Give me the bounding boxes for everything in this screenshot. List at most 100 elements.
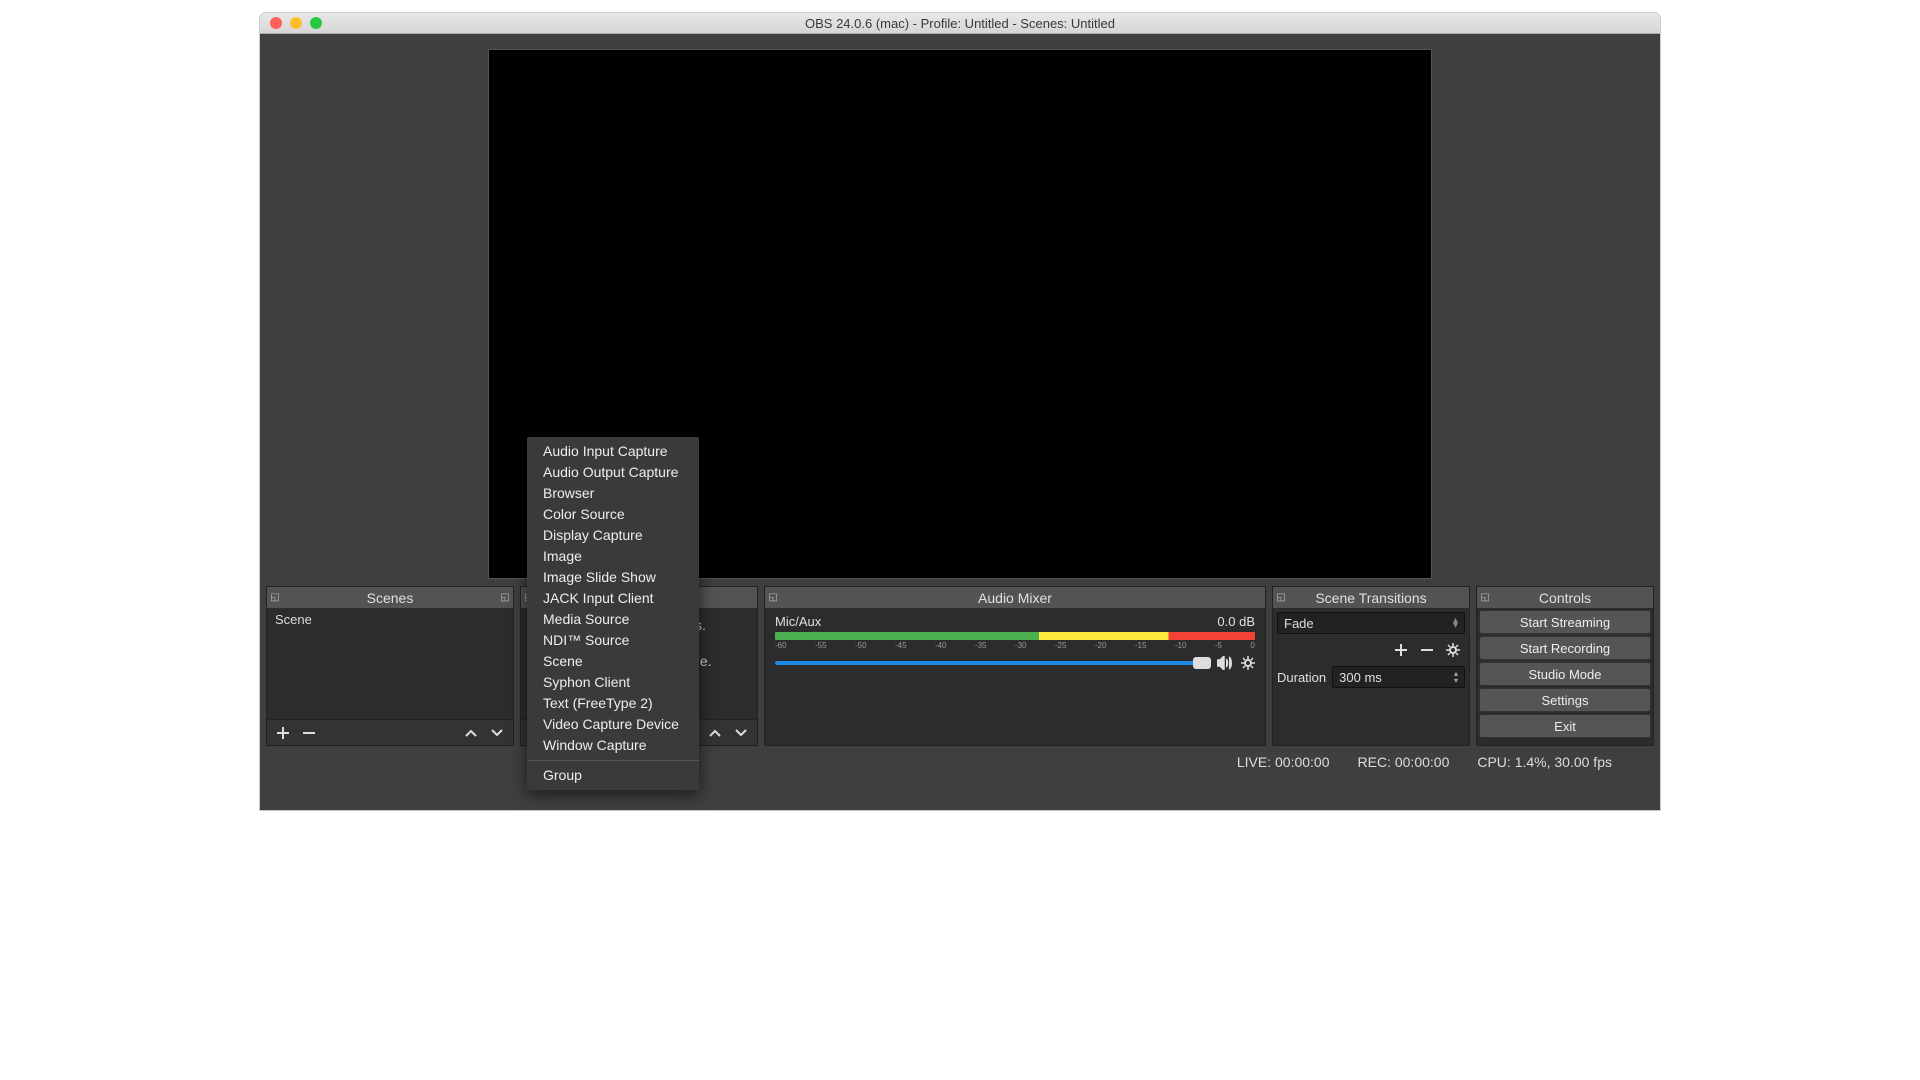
volume-slider[interactable]: [775, 661, 1211, 665]
menu-item-image-slide-show[interactable]: Image Slide Show: [527, 567, 699, 588]
menu-item-media-source[interactable]: Media Source: [527, 609, 699, 630]
controls-dock: ◱ Controls Start Streaming Start Recordi…: [1476, 586, 1654, 746]
transition-properties-button[interactable]: [1443, 640, 1463, 660]
exit-button[interactable]: Exit: [1479, 714, 1651, 738]
transition-selected: Fade: [1284, 616, 1314, 631]
transitions-title: Scene Transitions: [1315, 590, 1426, 606]
window-title: OBS 24.0.6 (mac) - Profile: Untitled - S…: [260, 16, 1660, 31]
close-window-button[interactable]: [270, 17, 282, 29]
spin-arrows-icon[interactable]: ▴▾: [1454, 670, 1458, 684]
minimize-window-button[interactable]: [290, 17, 302, 29]
tick: -15: [1135, 641, 1147, 650]
status-live: LIVE: 00:00:00: [1237, 754, 1330, 770]
app-body: ◱ Scenes ◱ Scene: [260, 34, 1660, 810]
settings-button[interactable]: Settings: [1479, 688, 1651, 712]
popout-icon[interactable]: ◱: [269, 592, 281, 604]
audio-meter: [775, 632, 1255, 640]
menu-item-video-capture-device[interactable]: Video Capture Device: [527, 714, 699, 735]
preview-area: [260, 34, 1660, 586]
controls-body: Start Streaming Start Recording Studio M…: [1477, 608, 1653, 745]
mixer-body: Mic/Aux 0.0 dB -60 -55 -50 -45 -40 -35 -…: [765, 608, 1265, 745]
tick: -60: [775, 641, 787, 650]
tick: -35: [975, 641, 987, 650]
menu-item-window-capture[interactable]: Window Capture: [527, 735, 699, 756]
scenes-list[interactable]: Scene: [267, 608, 513, 719]
menu-item-text-freetype[interactable]: Text (FreeType 2): [527, 693, 699, 714]
scenes-header: ◱ Scenes ◱: [267, 587, 513, 608]
tick: -55: [815, 641, 827, 650]
chevron-updown-icon: ▴▾: [1453, 618, 1458, 628]
remove-scene-button[interactable]: [299, 723, 319, 743]
channel-name: Mic/Aux: [775, 614, 821, 629]
transitions-header: ◱ Scene Transitions: [1273, 587, 1469, 608]
titlebar: OBS 24.0.6 (mac) - Profile: Untitled - S…: [260, 13, 1660, 34]
move-source-up-button[interactable]: [705, 723, 725, 743]
menu-item-jack-input-client[interactable]: JACK Input Client: [527, 588, 699, 609]
docks-row: ◱ Scenes ◱ Scene: [260, 586, 1660, 746]
menu-item-audio-input-capture[interactable]: Audio Input Capture: [527, 441, 699, 462]
scene-item[interactable]: Scene: [267, 608, 513, 631]
add-transition-button[interactable]: [1391, 640, 1411, 660]
mixer-channel: Mic/Aux 0.0 dB -60 -55 -50 -45 -40 -35 -…: [765, 608, 1265, 676]
scenes-toolbar: [267, 719, 513, 745]
tick: -45: [895, 641, 907, 650]
menu-item-scene[interactable]: Scene: [527, 651, 699, 672]
tick: -30: [1015, 641, 1027, 650]
duration-row: Duration 300 ms ▴▾: [1277, 666, 1465, 688]
move-scene-down-button[interactable]: [487, 723, 507, 743]
status-cpu: CPU: 1.4%, 30.00 fps: [1477, 754, 1612, 770]
studio-mode-button[interactable]: Studio Mode: [1479, 662, 1651, 686]
channel-db: 0.0 dB: [1217, 614, 1255, 629]
maximize-window-button[interactable]: [310, 17, 322, 29]
duration-label: Duration: [1277, 670, 1326, 685]
mixer-title: Audio Mixer: [978, 590, 1052, 606]
meter-ticks: -60 -55 -50 -45 -40 -35 -30 -25 -20 -15 …: [775, 641, 1255, 650]
transitions-dock: ◱ Scene Transitions Fade ▴▾ Duration: [1272, 586, 1470, 746]
controls-header: ◱ Controls: [1477, 587, 1653, 608]
menu-item-browser[interactable]: Browser: [527, 483, 699, 504]
popout-icon[interactable]: ◱: [499, 592, 511, 604]
status-bar: LIVE: 00:00:00 REC: 00:00:00 CPU: 1.4%, …: [260, 746, 1660, 778]
transitions-toolbar: [1277, 634, 1465, 666]
menu-item-ndi-source[interactable]: NDI™ Source: [527, 630, 699, 651]
transition-select[interactable]: Fade ▴▾: [1277, 612, 1465, 634]
tick: -40: [935, 641, 947, 650]
menu-item-audio-output-capture[interactable]: Audio Output Capture: [527, 462, 699, 483]
remove-transition-button[interactable]: [1417, 640, 1437, 660]
start-streaming-button[interactable]: Start Streaming: [1479, 610, 1651, 634]
volume-slider-row: [775, 656, 1255, 670]
controls-title: Controls: [1539, 590, 1591, 606]
slider-thumb[interactable]: [1193, 657, 1211, 669]
app-window: OBS 24.0.6 (mac) - Profile: Untitled - S…: [260, 13, 1660, 810]
transitions-body: Fade ▴▾ Duration 300 ms ▴▾: [1273, 608, 1469, 745]
mixer-header: ◱ Audio Mixer: [765, 587, 1265, 608]
popout-icon[interactable]: ◱: [767, 592, 779, 604]
window-controls: [270, 17, 322, 29]
menu-item-syphon-client[interactable]: Syphon Client: [527, 672, 699, 693]
add-scene-button[interactable]: [273, 723, 293, 743]
gear-icon[interactable]: [1241, 656, 1255, 670]
move-scene-up-button[interactable]: [461, 723, 481, 743]
scenes-dock: ◱ Scenes ◱ Scene: [266, 586, 514, 746]
move-source-down-button[interactable]: [731, 723, 751, 743]
popout-icon[interactable]: ◱: [1275, 592, 1287, 604]
menu-item-image[interactable]: Image: [527, 546, 699, 567]
popout-icon[interactable]: ◱: [1479, 592, 1491, 604]
scenes-title: Scenes: [367, 590, 414, 606]
tick: -25: [1055, 641, 1067, 650]
status-rec: REC: 00:00:00: [1358, 754, 1450, 770]
audio-mixer-dock: ◱ Audio Mixer Mic/Aux 0.0 dB -60 -55 -5: [764, 586, 1266, 746]
duration-spinbox[interactable]: 300 ms ▴▾: [1332, 666, 1465, 688]
tick: -10: [1175, 641, 1187, 650]
menu-item-display-capture[interactable]: Display Capture: [527, 525, 699, 546]
menu-item-group[interactable]: Group: [527, 765, 699, 786]
add-source-context-menu: Audio Input Capture Audio Output Capture…: [527, 437, 699, 790]
menu-item-color-source[interactable]: Color Source: [527, 504, 699, 525]
duration-value: 300 ms: [1339, 670, 1382, 685]
tick: -20: [1095, 641, 1107, 650]
speaker-icon[interactable]: [1217, 656, 1235, 670]
tick: -50: [855, 641, 867, 650]
tick: -5: [1215, 641, 1222, 650]
start-recording-button[interactable]: Start Recording: [1479, 636, 1651, 660]
tick: 0: [1250, 641, 1254, 650]
